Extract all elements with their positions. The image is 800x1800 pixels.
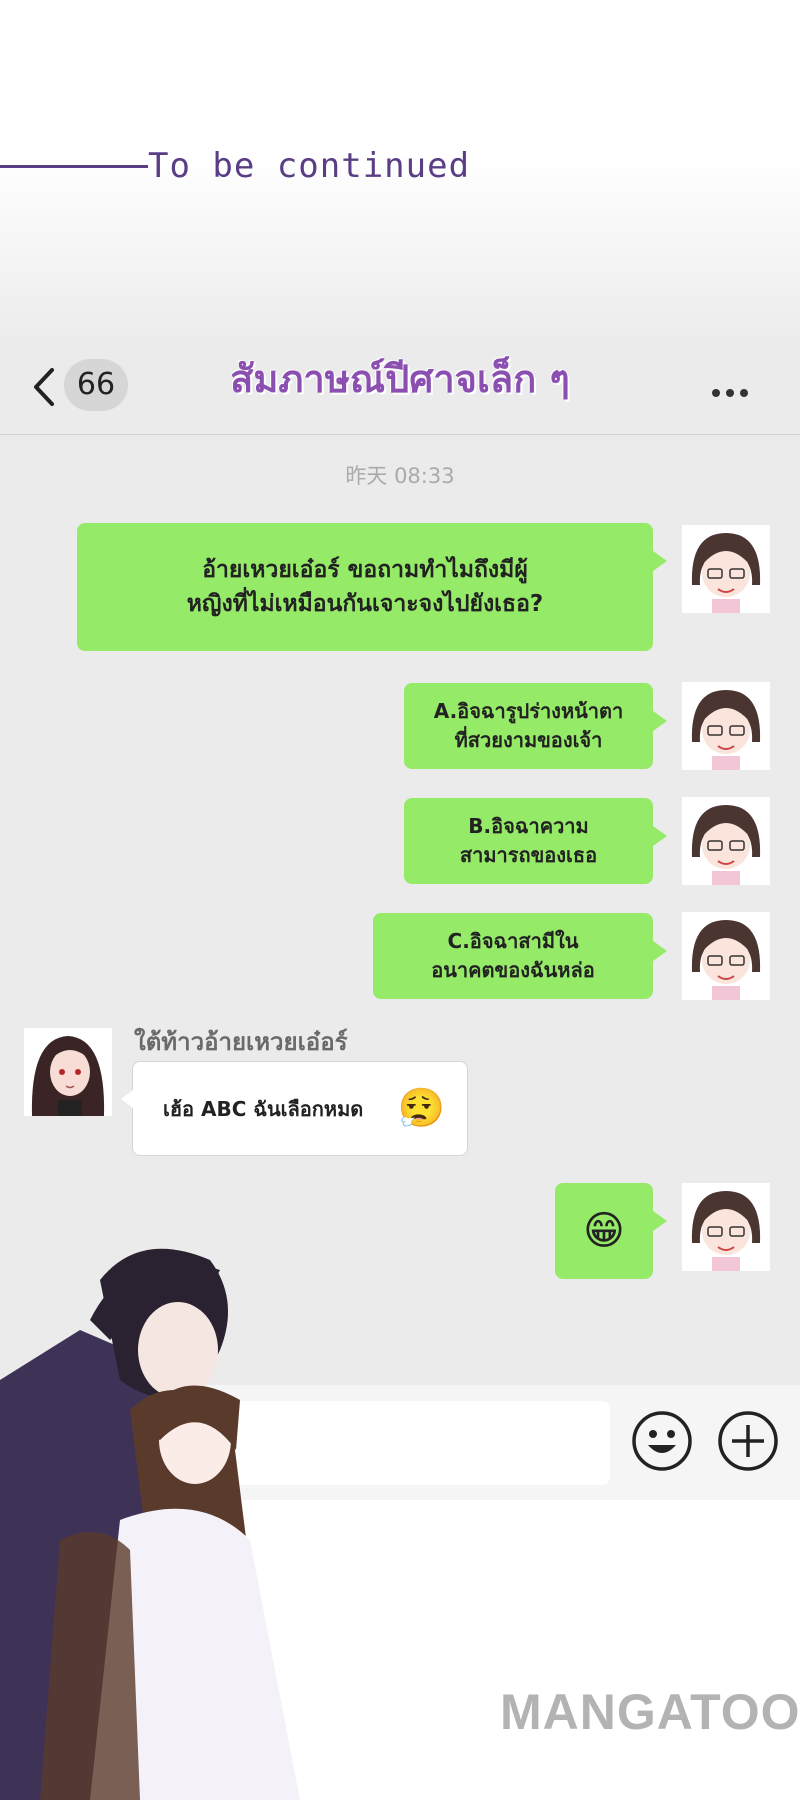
- girl-glasses-avatar-icon: [682, 912, 770, 1000]
- girl-glasses-avatar-icon: [682, 797, 770, 885]
- sender-avatar[interactable]: [24, 1028, 112, 1116]
- plus-circle-icon[interactable]: [716, 1409, 780, 1473]
- sigh-emoji-icon: 😮‍💨: [397, 1086, 445, 1130]
- girl-glasses-avatar-icon: [682, 682, 770, 770]
- message-line: C.อิจฉาสามีใน: [447, 929, 579, 953]
- message-timestamp: 昨天 08:33: [345, 464, 455, 488]
- my-avatar[interactable]: [682, 525, 770, 613]
- message-line: อนาคตของฉันหล่อ: [431, 958, 595, 982]
- banner-line: [0, 165, 148, 168]
- outgoing-message[interactable]: A.อิจฉารูปร่างหน้าตา ที่สวยงามของเจ้า: [404, 683, 667, 769]
- unread-count-badge[interactable]: 66: [64, 359, 128, 411]
- outgoing-emoji-message[interactable]: 😁: [555, 1183, 667, 1279]
- incoming-message[interactable]: เฮ้อ ABC ฉันเลือกหมด 😮‍💨: [121, 1061, 468, 1156]
- message-line: สามารถของเธอ: [459, 843, 598, 867]
- chat-title: สัมภาษณ์ปีศาจเล็ก ๆ: [230, 357, 570, 401]
- message-text: เฮ้อ ABC ฉันเลือกหมด: [163, 1096, 364, 1121]
- message-line: A.อิจฉารูปร่างหน้าตา: [433, 699, 624, 723]
- banner-text: To be continued: [148, 146, 471, 186]
- message-line: อ้ายเหวยเอ๋อร์ ขอถามทำไมถึงมีผู้: [202, 557, 528, 583]
- girl-glasses-avatar-icon: [682, 525, 770, 613]
- message-line: หญิงที่ไม่เหมือนกันเจาะจงไปยังเธอ?: [186, 591, 544, 617]
- girl-glasses-avatar-icon: [682, 1183, 770, 1271]
- chevron-left-icon[interactable]: [30, 362, 60, 412]
- chat-header: 66 สัมภาษณ์ปีศาจเล็ก ๆ: [0, 340, 800, 435]
- message-line: B.อิจฉาความ: [468, 814, 589, 838]
- message-line: ที่สวยงามของเจ้า: [454, 728, 603, 752]
- my-avatar[interactable]: [682, 912, 770, 1000]
- sender-name: ใต้ท้าวอ้ายเหวยเอ๋อร์: [134, 1028, 348, 1056]
- my-avatar[interactable]: [682, 682, 770, 770]
- my-avatar[interactable]: [682, 1183, 770, 1271]
- smiley-icon[interactable]: [630, 1409, 694, 1473]
- outgoing-message[interactable]: C.อิจฉาสามีใน อนาคตของฉันหล่อ: [373, 913, 667, 999]
- outgoing-message[interactable]: อ้ายเหวยเอ๋อร์ ขอถามทำไมถึงมีผู้ หญิงที่…: [77, 523, 667, 651]
- grin-emoji-icon: 😁: [583, 1208, 625, 1254]
- more-dots-icon[interactable]: [712, 382, 760, 397]
- outgoing-message[interactable]: B.อิจฉาความ สามารถของเธอ: [404, 798, 667, 884]
- my-avatar[interactable]: [682, 797, 770, 885]
- to-be-continued-banner: To be continued: [0, 0, 800, 340]
- mangatoon-watermark: MANGATOON: [500, 1684, 800, 1740]
- couple-illustration: [0, 1248, 300, 1800]
- long-hair-girl-avatar-icon: [24, 1028, 112, 1116]
